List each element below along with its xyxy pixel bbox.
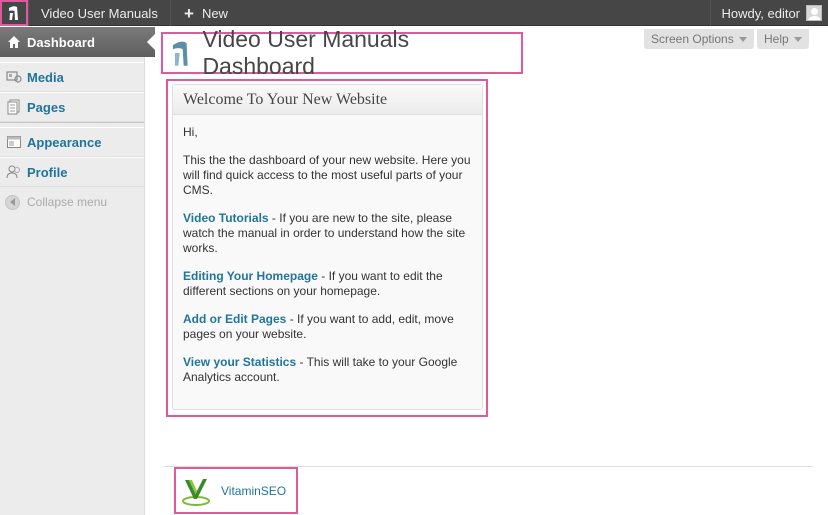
list-item: Editing Your Homepage - If you want to e… <box>183 269 472 299</box>
avatar <box>806 5 822 21</box>
pages-icon <box>6 99 22 115</box>
sidebar-item-label: Appearance <box>27 134 102 150</box>
page-title: Video User Manuals Dashboard <box>202 26 410 79</box>
sidebar-item-label: Profile <box>27 164 68 180</box>
vum-logo-icon <box>172 41 188 66</box>
admin-bar: Video User Manuals + New Howdy, editor <box>0 0 828 26</box>
screen-options-label: Screen Options <box>651 32 734 46</box>
widget-header[interactable]: Welcome To Your New Website <box>173 85 482 115</box>
new-label: New <box>201 5 228 21</box>
vitaminseo-label: VitaminSEO <box>221 483 287 498</box>
list-item: Video Tutorials - If you are new to the … <box>183 211 472 256</box>
collapse-menu-button[interactable]: Collapse menu <box>0 187 144 217</box>
collapse-arrow-icon <box>5 194 20 210</box>
profile-icon <box>6 164 22 180</box>
sidebar-item-label: Dashboard <box>27 34 95 50</box>
video-tutorials-link[interactable]: Video Tutorials <box>183 211 269 225</box>
intro-text: This the the dashboard of your new websi… <box>183 153 471 197</box>
screen-options-button[interactable]: Screen Options <box>644 29 754 49</box>
sidebar-item-appearance[interactable]: Appearance <box>0 127 144 157</box>
chevron-down-icon <box>793 36 802 42</box>
list-item: Add or Edit Pages - If you want to add, … <box>183 312 472 342</box>
sidebar-item-dashboard[interactable]: Dashboard <box>0 27 155 57</box>
sidebar-item-media[interactable]: Media <box>0 62 144 92</box>
sidebar-item-pages[interactable]: Pages <box>0 92 144 122</box>
view-statistics-link[interactable]: View your Statistics <box>183 355 296 369</box>
help-label: Help <box>764 32 789 46</box>
welcome-widget: Welcome To Your New Website Hi, This the… <box>172 84 483 410</box>
welcome-widget-highlight: Welcome To Your New Website Hi, This the… <box>166 79 488 417</box>
vum-logo-button[interactable] <box>0 0 28 26</box>
collapse-label: Collapse menu <box>27 195 108 209</box>
page-title-box: Video User Manuals Dashboard <box>161 26 523 79</box>
vum-logo-icon <box>9 6 18 20</box>
account-menu[interactable]: Howdy, editor <box>710 0 828 26</box>
media-icon <box>6 69 22 85</box>
sidebar-item-label: Media <box>27 69 64 85</box>
admin-sidebar: Dashboard Media Pages Appearance Profile… <box>0 27 155 515</box>
vitaminseo-logo-icon <box>182 478 210 506</box>
sidebar-item-label: Pages <box>27 99 66 115</box>
home-icon <box>6 34 22 50</box>
help-button[interactable]: Help <box>757 29 809 49</box>
greeting-text: Hi, <box>183 125 198 139</box>
site-name-link[interactable]: Video User Manuals <box>28 0 171 26</box>
editing-homepage-link[interactable]: Editing Your Homepage <box>183 269 318 283</box>
vitaminseo-footer-link[interactable]: VitaminSEO <box>174 467 298 514</box>
howdy-text: Howdy, editor <box>721 5 800 21</box>
appearance-icon <box>6 134 22 150</box>
widget-body: Hi, This the the dashboard of your new w… <box>173 115 482 385</box>
plus-icon: + <box>184 3 194 23</box>
new-content-button[interactable]: + New <box>172 0 238 26</box>
list-item: View your Statistics - This will take to… <box>183 355 472 385</box>
widget-title: Welcome To Your New Website <box>183 90 388 108</box>
add-edit-pages-link[interactable]: Add or Edit Pages <box>183 312 286 326</box>
chevron-down-icon <box>738 36 747 42</box>
sidebar-item-profile[interactable]: Profile <box>0 157 144 187</box>
